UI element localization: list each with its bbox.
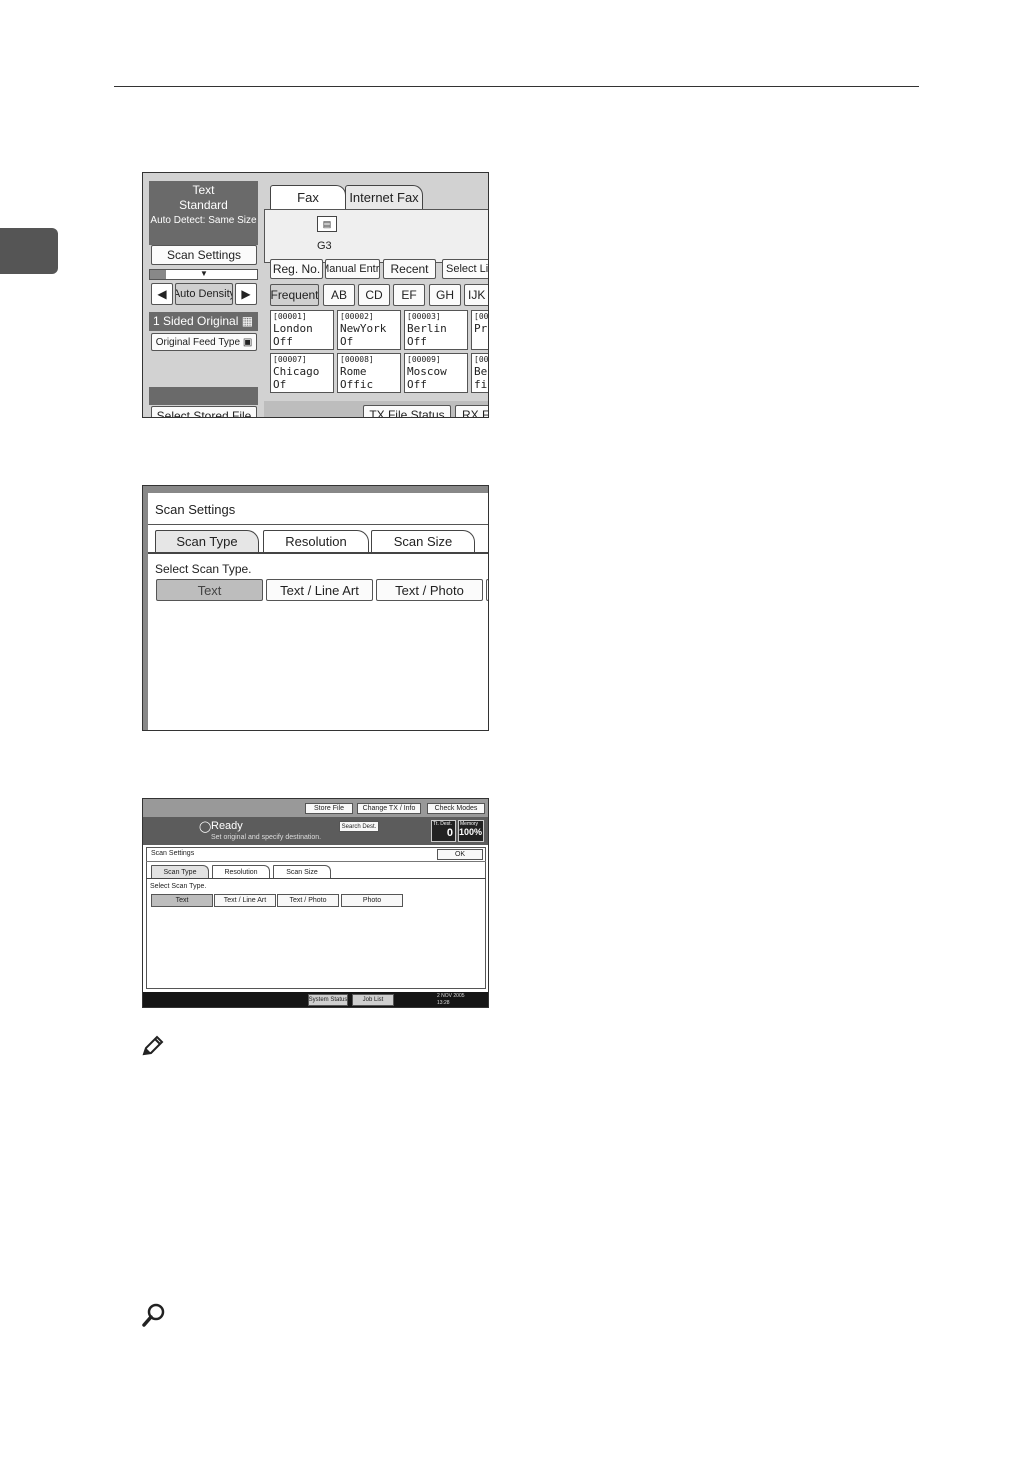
top-strip — [143, 486, 488, 493]
note-pencil-icon — [141, 1034, 165, 1058]
header-rule — [114, 86, 919, 87]
manual-entry-button[interactable]: Manual Entry — [325, 259, 380, 279]
text-option-button[interactable]: Text — [151, 894, 213, 907]
line-panel: ▤ G3 — [264, 209, 488, 263]
time-display: 13:28 — [437, 1000, 450, 1006]
dark-panel — [149, 387, 258, 405]
left-edge — [143, 493, 148, 730]
fax-main-screenshot: Text Standard Auto Detect: Same Size Sca… — [142, 172, 489, 418]
page-title: Scan Settings — [151, 850, 195, 857]
settings-line: Standard — [179, 198, 228, 212]
change-tx-info-button[interactable]: Change TX / Info — [357, 803, 421, 814]
page-title: Scan Settings — [155, 502, 236, 517]
destination-key[interactable]: [00001] London Off ice — [270, 310, 334, 350]
status-subtext: Set original and specify destination. — [211, 834, 322, 841]
store-file-button[interactable]: Store File — [305, 803, 353, 814]
tab-ef[interactable]: EF — [393, 284, 425, 306]
text-line-art-option-button[interactable]: Text / Line Art — [214, 894, 276, 907]
tab-scan-size[interactable]: Scan Size — [273, 865, 331, 878]
memory-indicator: Memory 100% — [458, 820, 484, 842]
density-darker-button[interactable]: ▶ — [235, 283, 257, 305]
search-dest-button[interactable]: Search Dest. — [339, 821, 379, 832]
tab-resolution[interactable]: Resolution — [263, 530, 369, 552]
destination-key[interactable]: [00009] Moscow Off ice — [404, 353, 468, 393]
scan-type-prompt: Select Scan Type. — [155, 562, 252, 576]
system-status-button[interactable]: System Status — [308, 994, 348, 1006]
text-photo-option-button[interactable]: Text / Photo — [376, 579, 483, 601]
document-icon: ▦ — [241, 314, 254, 328]
destination-key[interactable]: [00002] NewYork Of fice — [337, 310, 401, 350]
tabs-divider — [148, 552, 488, 554]
check-modes-button[interactable]: Check Modes — [427, 803, 485, 814]
destination-key[interactable]: [000 Pro — [471, 310, 488, 350]
destination-key[interactable]: [000 Bei fic — [471, 353, 488, 393]
ready-icon: ◯ — [199, 821, 212, 833]
text-photo-option-button[interactable]: Text / Photo — [277, 894, 339, 907]
original-feed-type-button[interactable]: Original Feed Type ▣ — [151, 333, 257, 351]
destination-key[interactable]: [00003] Berlin Off ice — [404, 310, 468, 350]
tab-ab[interactable]: AB — [323, 284, 355, 306]
chapter-tab — [0, 228, 58, 274]
one-sided-original-button[interactable]: 1 Sided Original ▦ — [149, 312, 258, 331]
arrow-left-icon: ◀ — [157, 287, 167, 301]
scan-settings-button[interactable]: Scan Settings — [151, 245, 257, 265]
fax-machine-icon: ▤ — [317, 216, 337, 232]
text-line-art-option-button[interactable]: Text / Line Art — [266, 579, 373, 601]
title-divider — [148, 524, 488, 525]
date-display: 2 NOV 2005 — [437, 993, 465, 999]
reference-magnifier-icon — [141, 1302, 167, 1328]
settings-line: Text — [192, 183, 215, 197]
density-lighter-button[interactable]: ◀ — [151, 283, 173, 305]
scan-type-prompt: Select Scan Type. — [150, 883, 207, 890]
tabs-divider — [146, 878, 486, 879]
destination-key[interactable]: [00007] Chicago Of fice — [270, 353, 334, 393]
tx-dest-counter: Tt. Dest. 0 — [431, 820, 456, 842]
current-settings-panel: Text Standard Auto Detect: Same Size — [149, 181, 258, 245]
tab-gh[interactable]: GH — [429, 284, 461, 306]
tab-scan-size[interactable]: Scan Size — [371, 530, 475, 552]
arrow-right-icon: ▶ — [241, 287, 251, 301]
full-scan-settings-screenshot: Store File Change TX / Info Check Modes … — [142, 798, 489, 1008]
density-scale: ▼ — [149, 269, 258, 280]
tab-scan-type[interactable]: Scan Type — [155, 530, 259, 552]
tab-frequent[interactable]: Frequent — [270, 284, 319, 306]
chevron-down-icon: ▼ — [200, 269, 208, 278]
job-list-button[interactable]: Job List — [352, 994, 394, 1006]
tab-resolution[interactable]: Resolution — [212, 865, 270, 878]
tab-scan-type[interactable]: Scan Type — [151, 865, 209, 878]
status-text: Ready — [211, 820, 243, 832]
ok-button[interactable]: OK — [437, 849, 483, 860]
photo-option-button[interactable]: Photo — [341, 894, 403, 907]
scan-settings-screenshot: Scan Settings Scan Type Resolution Scan … — [142, 485, 489, 731]
reg-no-button[interactable]: Reg. No. — [270, 259, 323, 279]
tab-ijk[interactable]: IJK — [464, 284, 488, 306]
auto-density-button[interactable]: Auto Density — [175, 283, 233, 305]
destination-key[interactable]: [00008] Rome Offic e — [337, 353, 401, 393]
tab-fax[interactable]: Fax — [270, 185, 346, 209]
text-option-button[interactable]: Text — [156, 579, 263, 601]
select-stored-file-button[interactable]: Select Stored File — [151, 406, 257, 417]
rx-file-button[interactable]: RX File — [455, 405, 488, 417]
recent-button[interactable]: Recent — [383, 259, 436, 279]
title-divider — [146, 861, 486, 862]
tx-file-status-button[interactable]: TX File Status — [363, 405, 451, 417]
settings-line: Auto Detect: Same Size — [150, 215, 257, 226]
tab-cd[interactable]: CD — [358, 284, 390, 306]
feed-type-icon: ▣ — [242, 336, 253, 348]
photo-option-button[interactable] — [486, 579, 488, 601]
tab-internet-fax[interactable]: Internet Fax — [345, 185, 423, 209]
select-line-button[interactable]: Select Line — [442, 259, 488, 279]
line-label: G3 — [317, 240, 332, 252]
